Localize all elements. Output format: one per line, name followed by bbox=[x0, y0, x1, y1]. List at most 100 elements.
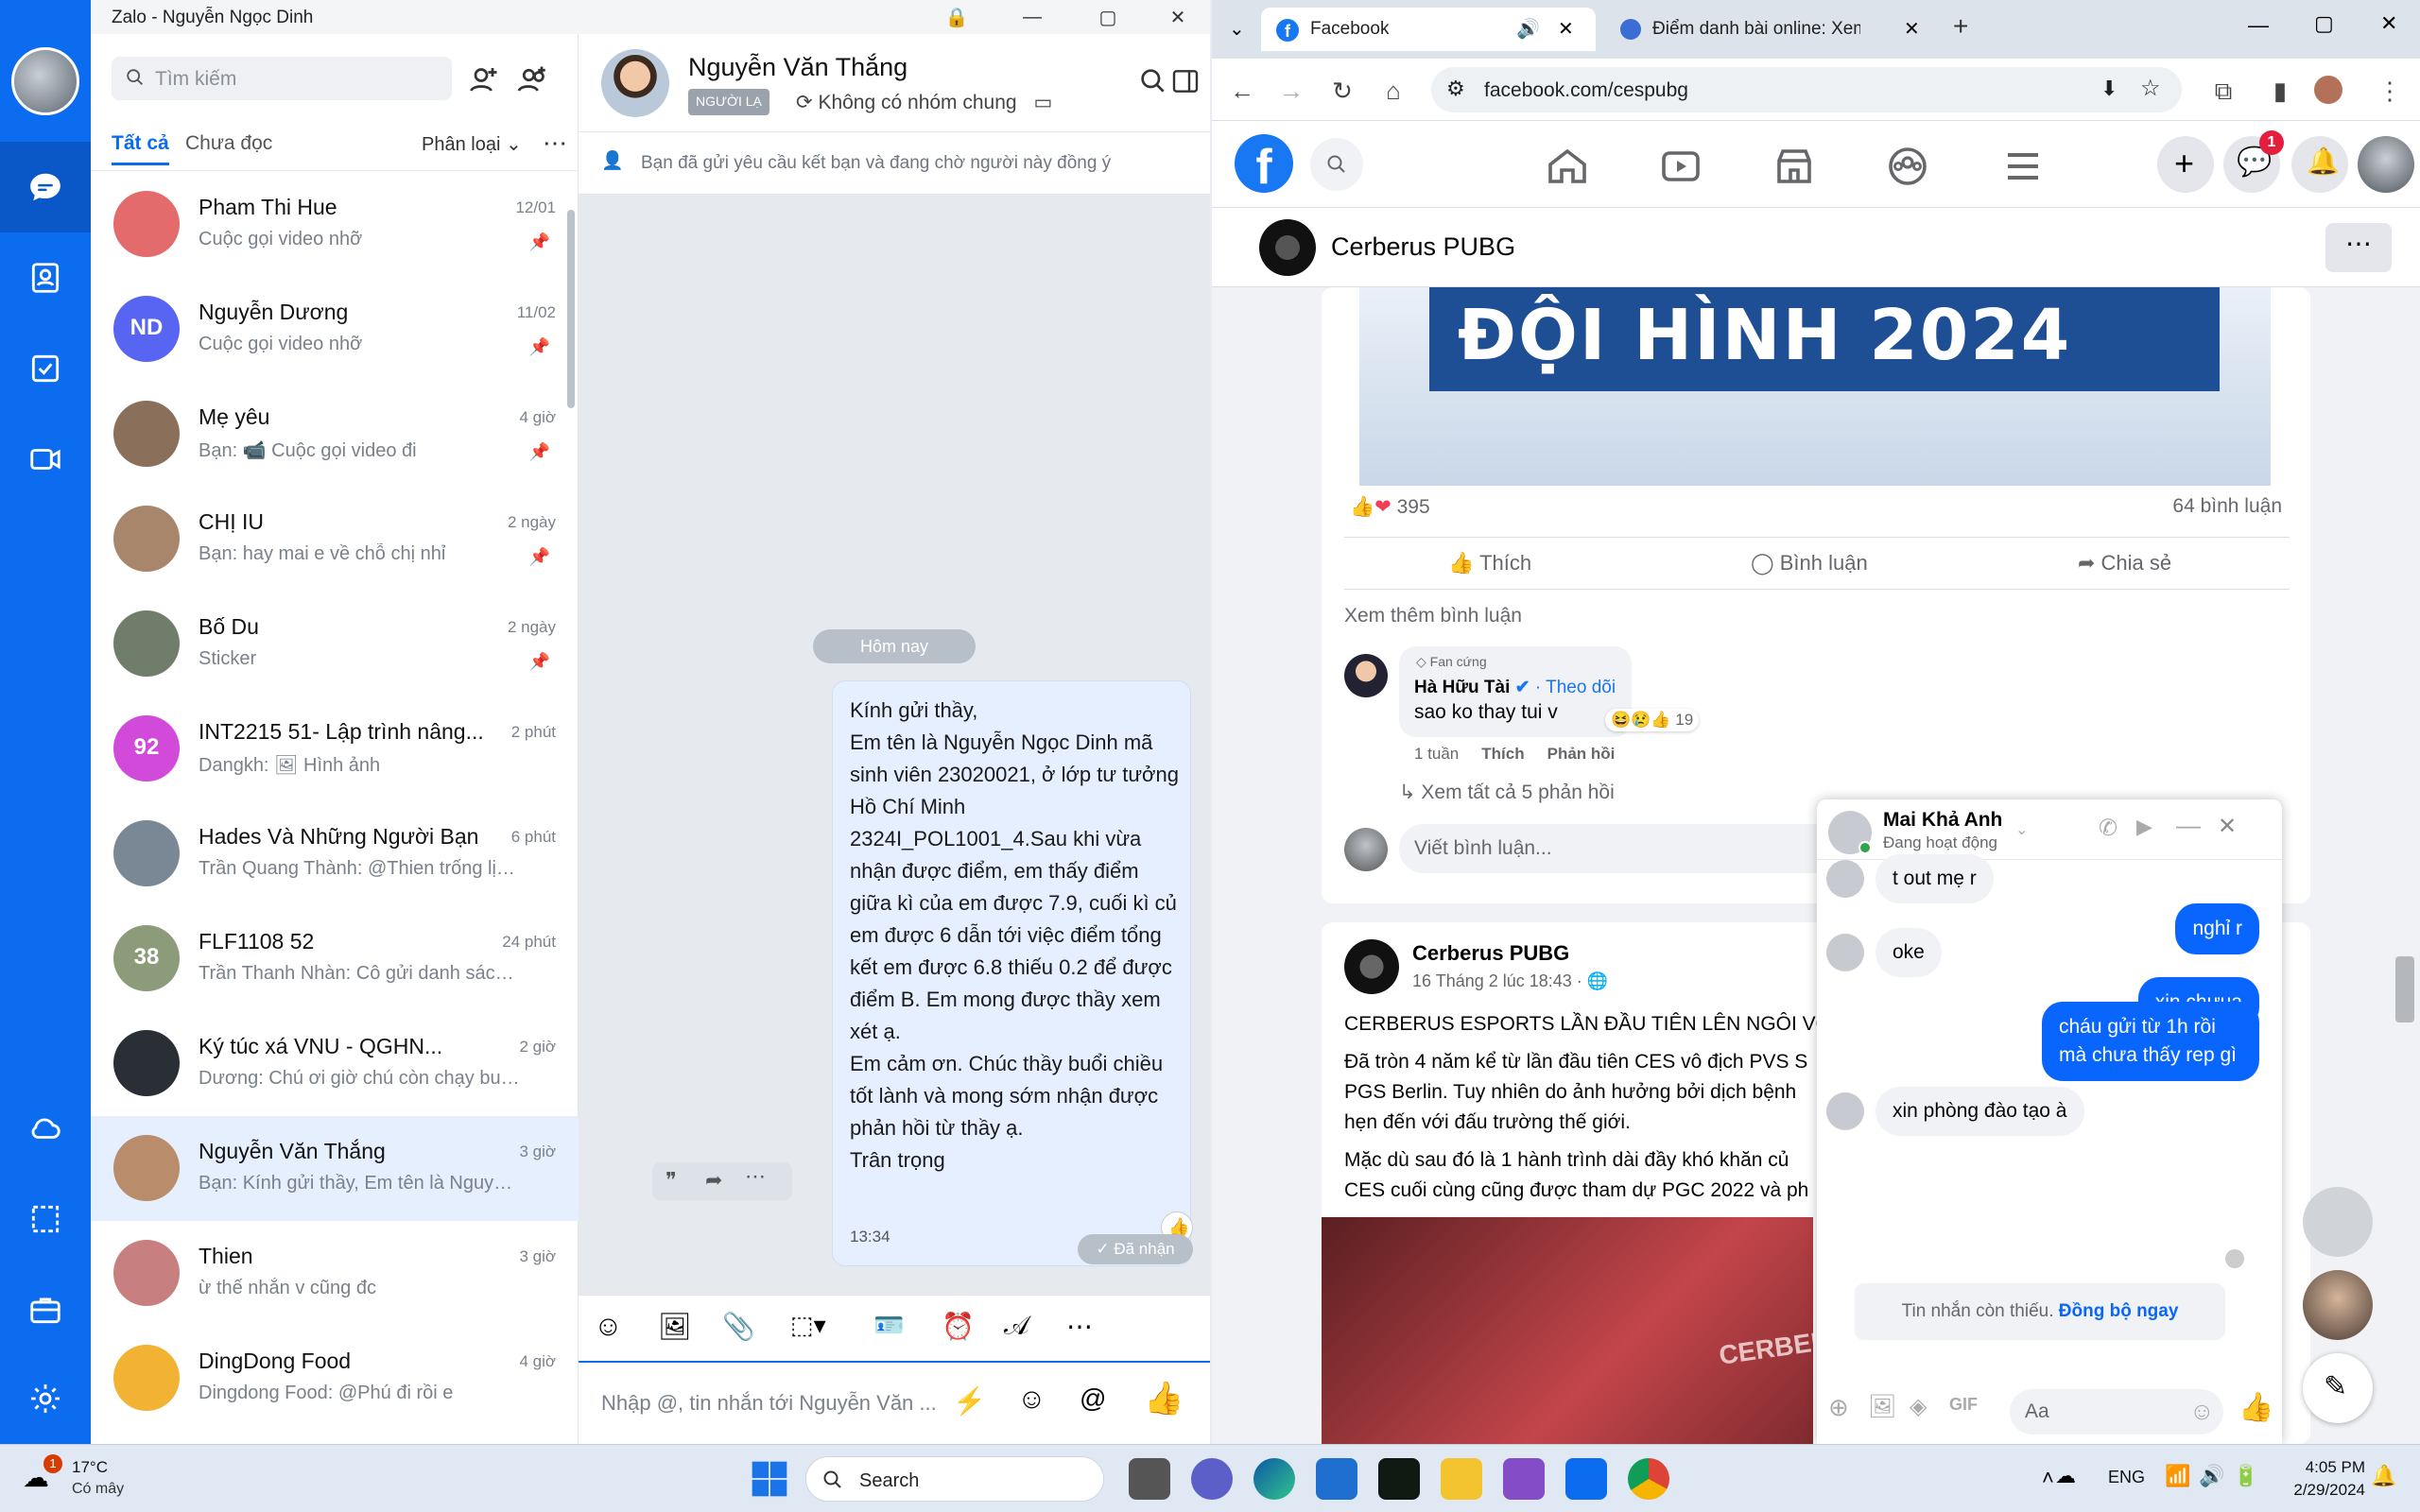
scrollbar[interactable] bbox=[567, 210, 575, 408]
page-name[interactable]: Cerberus PUBG bbox=[1331, 232, 1515, 262]
incoming-message[interactable]: t out mẹ r bbox=[1876, 854, 1994, 903]
conversation-item[interactable]: DingDong Food Dingdong Food: @Phú đi rồi … bbox=[91, 1326, 579, 1431]
commenter-name[interactable]: Hà Hữu Tài ✔ · Theo dõi bbox=[1414, 677, 1616, 698]
page-logo[interactable] bbox=[1259, 219, 1316, 276]
more-options-icon[interactable]: ⋯ bbox=[543, 129, 567, 158]
comment-reactions[interactable]: 😆😢👍 19 bbox=[1605, 709, 1700, 731]
video-icon[interactable] bbox=[1658, 144, 1703, 189]
sidebar-icon[interactable]: ▮ bbox=[2265, 76, 2295, 106]
pin-icon[interactable]: 📌 bbox=[529, 232, 550, 252]
pin-icon[interactable]: 📌 bbox=[529, 442, 550, 462]
windows-start-icon[interactable] bbox=[749, 1458, 790, 1500]
filter-dropdown[interactable]: Phân loại ⌄ bbox=[422, 132, 522, 156]
tag-icon[interactable]: ▭ bbox=[1033, 92, 1052, 113]
facebook-search-button[interactable] bbox=[1310, 138, 1363, 191]
follow-link[interactable]: · Theo dõi bbox=[1535, 678, 1616, 697]
close-icon[interactable]: ✕ bbox=[2218, 813, 2237, 840]
extensions-icon[interactable]: ⧉ bbox=[2208, 76, 2238, 106]
contact-name[interactable]: Nguyễn Văn Thắng bbox=[688, 53, 908, 82]
bookmark-star-icon[interactable]: ☆ bbox=[2140, 75, 2161, 102]
todo-nav-button[interactable] bbox=[0, 323, 91, 414]
text-format-icon[interactable]: 𝒜 bbox=[1004, 1311, 1042, 1349]
sticker-icon[interactable]: ☺ bbox=[594, 1311, 631, 1349]
onedrive-icon[interactable]: ☁ bbox=[2055, 1464, 2076, 1488]
write-comment-input[interactable]: Viết bình luận... bbox=[1399, 824, 1872, 873]
maximize-button[interactable]: ▢ bbox=[1080, 0, 1136, 34]
pin-icon[interactable]: 📌 bbox=[529, 652, 550, 672]
video-camera-icon[interactable]: ▶ bbox=[2136, 815, 2152, 839]
weather-widget[interactable]: ☁ 1 17°C Có mây bbox=[23, 1454, 155, 1503]
side-panel-icon[interactable] bbox=[1170, 66, 1201, 96]
conversation-item[interactable]: ND Nguyễn Dương Cuộc gọi video nhỡ 11/02 📌 bbox=[91, 277, 579, 382]
chat-head-bubble[interactable] bbox=[2303, 1270, 2373, 1340]
conversation-item[interactable]: 38 FLF1108 52 Trần Thanh Nhàn: Cô gửi danh… bbox=[91, 906, 579, 1011]
home-icon[interactable] bbox=[1545, 144, 1590, 189]
message-bubble[interactable]: Kính gửi thầy, Em tên là Nguyễn Ngọc Din… bbox=[832, 680, 1191, 1266]
maximize-button[interactable]: ▢ bbox=[2314, 11, 2334, 36]
messages-nav-button[interactable] bbox=[0, 142, 91, 232]
phone-icon[interactable]: ✆ bbox=[2099, 815, 2118, 842]
post-image[interactable]: ĐỘI HÌNH 2024 bbox=[1359, 287, 2271, 486]
close-button[interactable]: ✕ bbox=[1150, 0, 1206, 34]
comment-like-link[interactable]: Thích bbox=[1481, 745, 1524, 763]
close-icon[interactable]: ✕ bbox=[1904, 17, 1920, 41]
screenshot-icon[interactable]: ⬚▾ bbox=[790, 1311, 828, 1349]
conversation-item[interactable]: Nguyễn Văn Thắng Bạn: Kính gửi thầy, Em t… bbox=[91, 1116, 579, 1221]
pin-icon[interactable]: 📌 bbox=[529, 337, 550, 357]
install-app-icon[interactable]: ⬇ bbox=[2100, 77, 2118, 101]
screenshot-nav-button[interactable] bbox=[0, 1174, 91, 1264]
address-bar[interactable]: ⚙ facebook.com/cespubg ⬇ ☆ bbox=[1431, 67, 2182, 112]
pin-icon[interactable]: 📌 bbox=[529, 547, 550, 567]
conversation-item[interactable]: Hades Và Những Người Bạn Trần Quang Thành… bbox=[91, 801, 579, 906]
conversation-item[interactable]: Thien ừ thế nhắn v cũng đc 3 giờ bbox=[91, 1221, 579, 1326]
store-icon[interactable] bbox=[1316, 1458, 1357, 1500]
chevron-up-icon[interactable]: ˄ bbox=[2042, 1466, 2054, 1490]
search-icon[interactable] bbox=[1138, 66, 1168, 96]
create-button[interactable]: + bbox=[2157, 136, 2214, 193]
tab-all[interactable]: Tất cả bbox=[112, 132, 169, 165]
gif-icon[interactable]: GIF bbox=[1949, 1395, 1978, 1415]
contact-avatar[interactable] bbox=[601, 49, 669, 117]
close-icon[interactable]: ✕ bbox=[1558, 17, 1574, 41]
like-button[interactable]: 👍 Thích bbox=[1448, 551, 1531, 576]
conversation-item[interactable]: Pham Thi Hue Cuộc gọi video nhỡ 12/01 📌 bbox=[91, 172, 579, 277]
zalo-app-icon[interactable] bbox=[1565, 1458, 1607, 1500]
reload-icon[interactable]: ↻ bbox=[1327, 76, 1357, 106]
visual-studio-icon[interactable] bbox=[1503, 1458, 1545, 1500]
teams-chat-icon[interactable] bbox=[1191, 1458, 1233, 1500]
task-view-icon[interactable] bbox=[1129, 1458, 1170, 1500]
outgoing-message[interactable]: nghỉ r bbox=[2175, 903, 2259, 954]
post-image[interactable]: CERBERUS bbox=[1322, 1217, 1813, 1444]
sync-now-link[interactable]: Đồng bộ ngay bbox=[2059, 1301, 2179, 1321]
wifi-icon[interactable]: 📶 bbox=[2165, 1464, 2190, 1488]
language-indicator[interactable]: ENG bbox=[2108, 1468, 2145, 1487]
settings-nav-button[interactable] bbox=[0, 1353, 91, 1444]
emoji-icon[interactable]: ☺ bbox=[2189, 1397, 2215, 1426]
new-message-button[interactable]: ✎ bbox=[2303, 1353, 2373, 1423]
sticker-icon[interactable]: ◈ bbox=[1910, 1393, 1927, 1420]
toolbox-nav-button[interactable] bbox=[0, 1264, 91, 1355]
view-replies-link[interactable]: ↳ Xem tất cả 5 phản hồi bbox=[1399, 781, 1615, 804]
chevron-down-icon[interactable]: ⌄ bbox=[2015, 820, 2028, 839]
quote-icon[interactable]: ❞ bbox=[666, 1168, 677, 1193]
back-icon[interactable]: ← bbox=[1227, 76, 1257, 106]
commenter-avatar[interactable] bbox=[1344, 654, 1388, 697]
notification-bell-icon[interactable]: 🔔 bbox=[2371, 1464, 2396, 1488]
comment-count[interactable]: 64 bình luận bbox=[2172, 495, 2282, 518]
page-logo[interactable] bbox=[1344, 939, 1399, 994]
share-button[interactable]: ➦ Chia sẻ bbox=[2078, 551, 2171, 576]
reaction-summary[interactable]: 👍❤ 395 bbox=[1350, 495, 1430, 519]
search-input[interactable]: Tìm kiếm bbox=[112, 57, 452, 100]
minimize-button[interactable]: — bbox=[2248, 13, 2269, 38]
groups-icon[interactable] bbox=[1885, 144, 1930, 189]
file-explorer-icon[interactable] bbox=[1441, 1458, 1482, 1500]
battery-icon[interactable]: 🔋 bbox=[2233, 1464, 2258, 1488]
comment-reply-link[interactable]: Phản hồi bbox=[1547, 745, 1616, 763]
new-tab-button[interactable]: + bbox=[1953, 11, 1968, 42]
user-avatar[interactable] bbox=[11, 47, 79, 115]
cloud-nav-button[interactable] bbox=[0, 1083, 91, 1174]
facebook-logo-icon[interactable]: f bbox=[1235, 134, 1293, 195]
browser-menu-icon[interactable]: ⋮ bbox=[2375, 76, 2405, 106]
emoji-icon[interactable]: ☺ bbox=[1017, 1383, 1046, 1416]
conversation-item[interactable]: CHỊ IU Bạn: hay mai e về chỗ chị nhỉ 2 ngà… bbox=[91, 487, 579, 592]
